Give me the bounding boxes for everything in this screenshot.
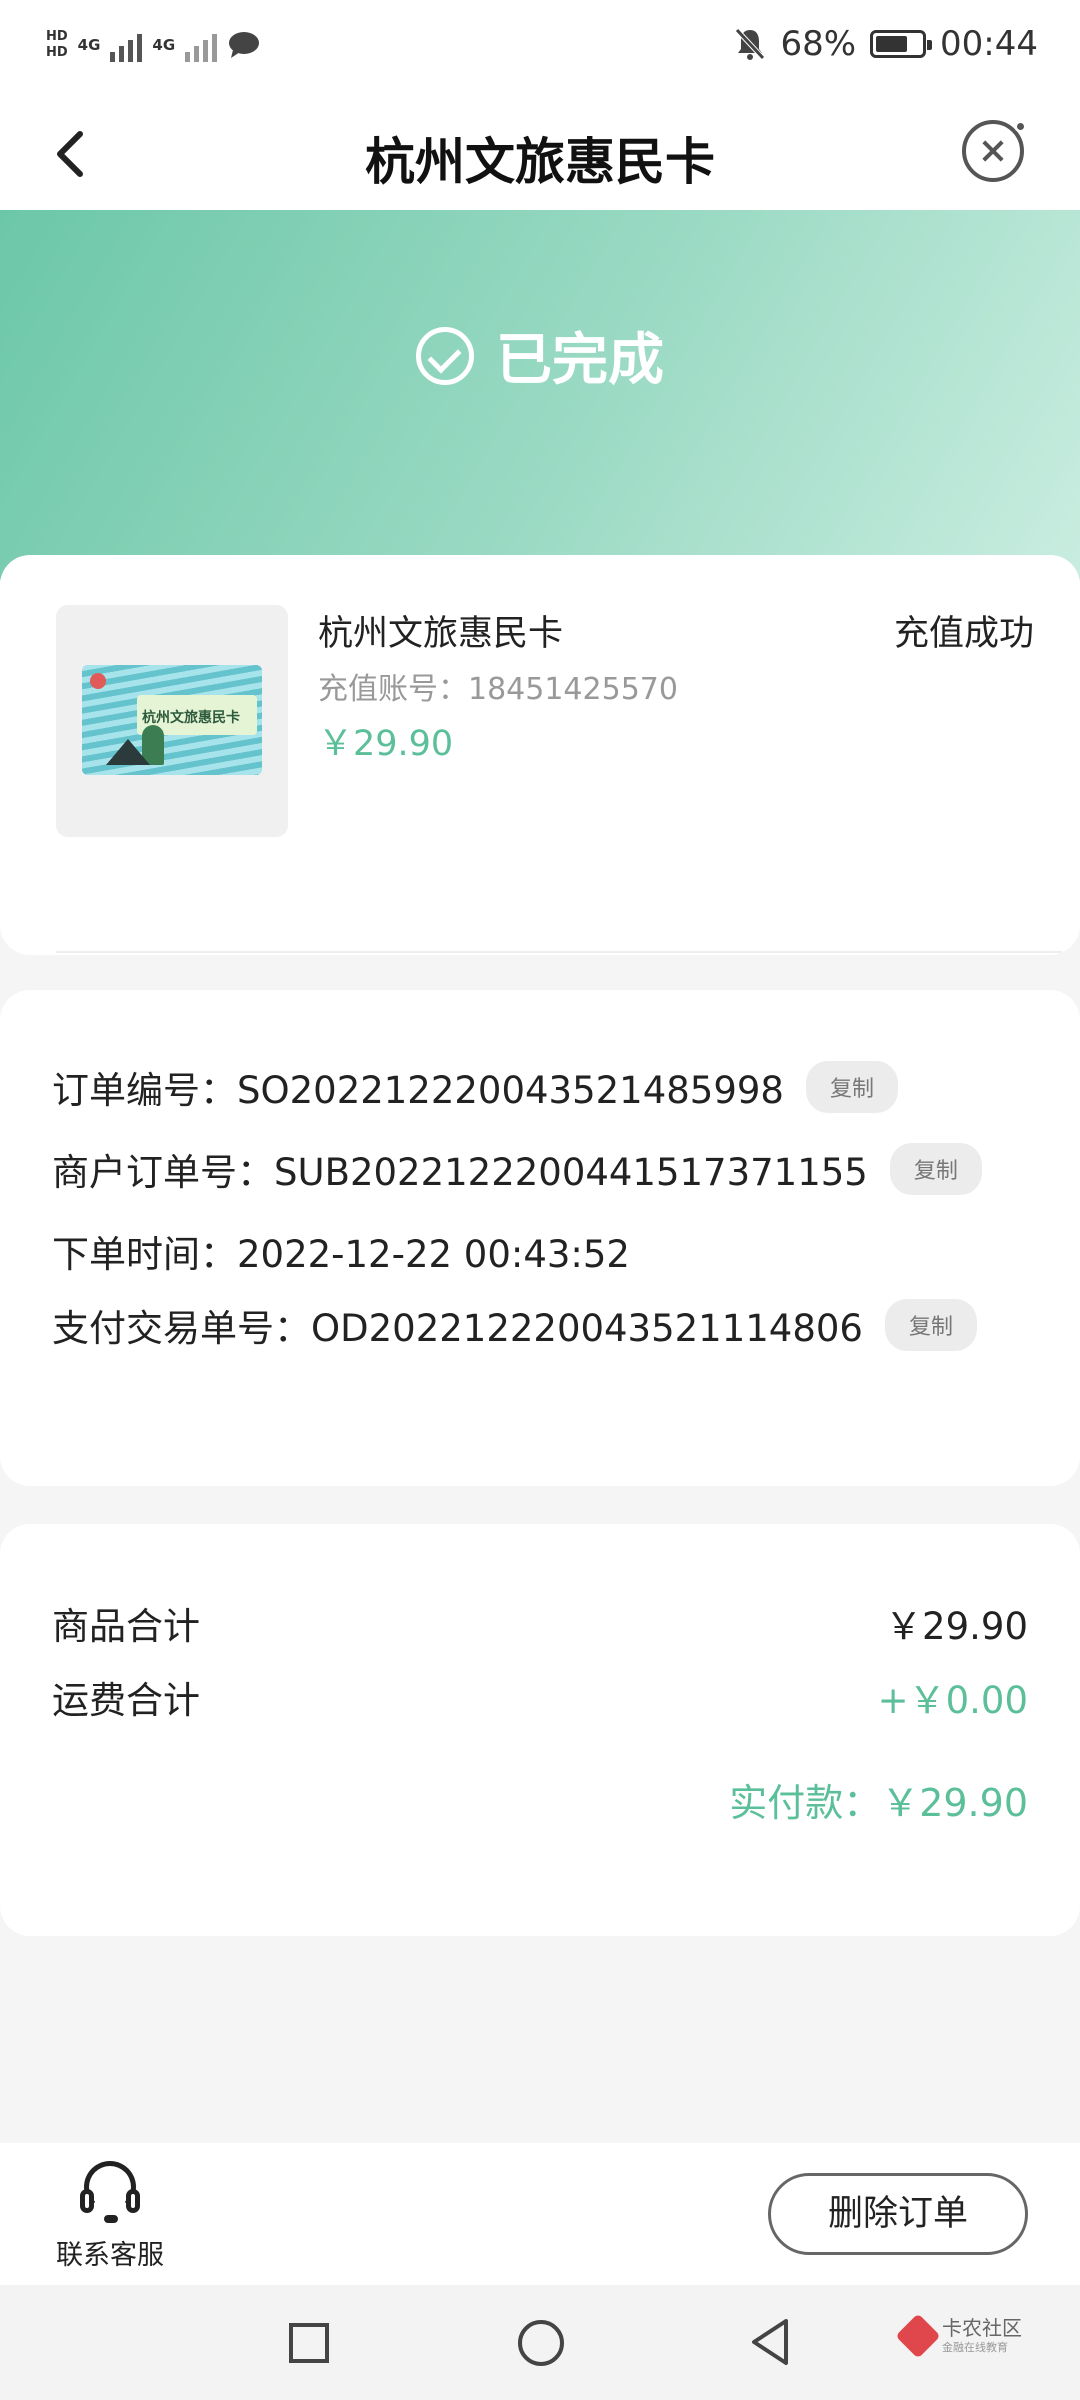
payment-number-row: 支付交易单号：OD202212220043521114806 复制 bbox=[52, 1298, 977, 1352]
divider bbox=[56, 951, 1062, 953]
signal-icon-2 bbox=[185, 28, 218, 62]
watermark-subtitle: 金融在线教育 bbox=[942, 2341, 1008, 2354]
home-icon[interactable] bbox=[518, 2320, 564, 2366]
recharge-status: 充值成功 bbox=[893, 614, 1034, 654]
order-info-card: 订单编号：SO202212220043521485998 复制 商户订单号：SU… bbox=[0, 990, 1080, 1486]
page-title: 杭州文旅惠民卡 bbox=[365, 133, 715, 191]
clock: 00:44 bbox=[940, 24, 1038, 64]
copy-order-number-button[interactable]: 复制 bbox=[805, 1061, 898, 1113]
chat-bubble-icon bbox=[229, 32, 260, 58]
nav-header: 杭州文旅惠民卡 bbox=[0, 96, 1080, 210]
network-type-2: 4G bbox=[152, 36, 176, 54]
goods-total-row: 商品合计 ￥29.90 bbox=[52, 1596, 1028, 1650]
recent-apps-icon[interactable] bbox=[289, 2323, 329, 2363]
copy-payment-number-button[interactable]: 复制 bbox=[884, 1299, 977, 1351]
product-image[interactable]: 杭州文旅惠民卡 bbox=[56, 605, 288, 837]
shipping-total-row: 运费合计 +￥0.00 bbox=[52, 1670, 1028, 1724]
system-nav-bar: 卡农社区 金融在线教育 bbox=[0, 2285, 1080, 2400]
shipping-total-label: 运费合计 bbox=[52, 1679, 200, 1722]
order-status-text: 已完成 bbox=[496, 328, 664, 393]
bottom-action-bar: 联系客服 删除订单 bbox=[0, 2143, 1080, 2285]
status-right: 68% 00:44 bbox=[734, 24, 1038, 64]
delete-order-button[interactable]: 删除订单 bbox=[768, 2173, 1028, 2255]
status-bar: HD HD 4G 4G 68% 00:44 bbox=[0, 0, 1080, 96]
signal-icon bbox=[110, 28, 143, 62]
customer-service-button[interactable]: 联系客服 bbox=[50, 2159, 170, 2272]
order-time: 下单时间：2022-12-22 00:43:52 bbox=[52, 1233, 630, 1276]
order-number: 订单编号：SO202212220043521485998 bbox=[52, 1069, 784, 1112]
check-circle-icon bbox=[416, 326, 474, 385]
status-banner: 已完成 bbox=[0, 210, 1080, 580]
watermark-title: 卡农社区 bbox=[942, 2316, 1022, 2340]
battery-percent: 68% bbox=[780, 24, 857, 64]
merchant-order-number: 商户订单号：SUB20221222004415173711​55 bbox=[52, 1151, 868, 1194]
customer-service-label: 联系客服 bbox=[56, 2240, 164, 2271]
network-type-1: 4G bbox=[77, 36, 101, 54]
nav-back-icon[interactable] bbox=[748, 2317, 792, 2367]
shipping-total-value: +￥0.00 bbox=[877, 1679, 1028, 1722]
order-detail-screen: HD HD 4G 4G 68% 00:44 杭州文旅惠民卡 已完成 杭州文旅惠民… bbox=[0, 0, 1080, 2400]
copy-merchant-number-button[interactable]: 复制 bbox=[889, 1143, 982, 1195]
goods-total-value: ￥29.90 bbox=[885, 1605, 1028, 1648]
product-price: ￥29.90 bbox=[318, 724, 454, 764]
headset-icon bbox=[78, 2159, 142, 2225]
price-summary-card: 商品合计 ￥29.90 运费合计 +￥0.00 实付款：￥29.90 bbox=[0, 1524, 1080, 1936]
close-mini-program-icon[interactable] bbox=[962, 120, 1026, 182]
order-time-row: 下单时间：2022-12-22 00:43:52 bbox=[52, 1224, 630, 1278]
recharge-account: 充值账号：18451425570 bbox=[318, 672, 678, 707]
amount-paid: 实付款：￥29.90 bbox=[729, 1781, 1028, 1825]
goods-total-label: 商品合计 bbox=[52, 1605, 200, 1648]
hd-icon: HD HD bbox=[46, 29, 68, 60]
merchant-order-row: 商户订单号：SUB20221222004415173711​55 复制 bbox=[52, 1142, 982, 1196]
order-number-row: 订单编号：SO202212220043521485998 复制 bbox=[52, 1060, 898, 1114]
card-illustration: 杭州文旅惠民卡 bbox=[82, 665, 262, 775]
card-illustration-text: 杭州文旅惠民卡 bbox=[142, 710, 240, 726]
product-name: 杭州文旅惠民卡 bbox=[318, 614, 564, 654]
battery-icon bbox=[870, 30, 933, 58]
mute-bell-icon bbox=[735, 28, 766, 60]
watermark: 卡农社区 金融在线教育 bbox=[895, 2313, 1022, 2359]
order-status: 已完成 bbox=[0, 315, 1080, 396]
signal-area: HD HD 4G 4G bbox=[46, 28, 261, 62]
watermark-logo-icon bbox=[895, 2313, 941, 2359]
payment-transaction-number: 支付交易单号：OD202212220043521114806 bbox=[52, 1307, 863, 1350]
product-card: 杭州文旅惠民卡 杭州文旅惠民卡 充值账号：18451425570 ￥29.90 … bbox=[0, 555, 1080, 955]
